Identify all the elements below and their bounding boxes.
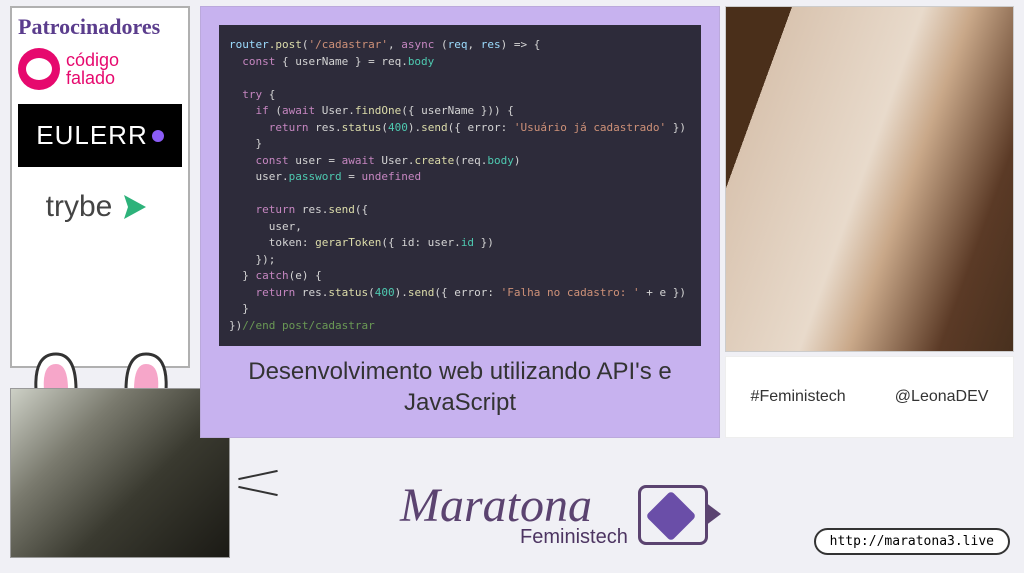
tags-panel: #Feministech @LeonaDEV [725, 356, 1014, 438]
eulerr-text: EULERR [36, 120, 147, 151]
hashtag: #Feministech [751, 388, 846, 406]
presentation-slide: router.post('/cadastrar', async (req, re… [200, 6, 720, 438]
sponsors-title: Patrocinadores [18, 14, 182, 40]
event-url: http://maratona3.live [814, 528, 1010, 555]
codigo-falado-line2: falado [66, 69, 119, 87]
slide-title: Desenvolvimento web utilizando API's e J… [221, 356, 699, 418]
speaker-handle: @LeonaDEV [895, 388, 989, 406]
event-logo: Maratona Feministech [400, 470, 830, 560]
code-snippet: router.post('/cadastrar', async (req, re… [219, 25, 701, 346]
sound-lines-icon [238, 466, 280, 506]
sponsor-codigo-falado: código falado [18, 48, 182, 90]
event-name: Maratona [400, 482, 628, 530]
monkey-icon [18, 48, 60, 90]
sponsor-eulerr: EULERR [18, 104, 182, 167]
sponsor-trybe: trybe [18, 181, 182, 233]
trybe-arrow-icon [118, 189, 154, 225]
speaker-photo [725, 6, 1014, 352]
camera-icon [638, 485, 708, 545]
event-subtitle: Feministech [520, 526, 628, 549]
webcam-feed [10, 388, 230, 558]
codigo-falado-line1: código [66, 51, 119, 69]
trybe-text: trybe [46, 190, 113, 224]
sponsors-panel: Patrocinadores código falado EULERR tryb… [10, 6, 190, 368]
eulerr-dot-icon [152, 130, 164, 142]
cat-ears-decoration [32, 350, 170, 390]
